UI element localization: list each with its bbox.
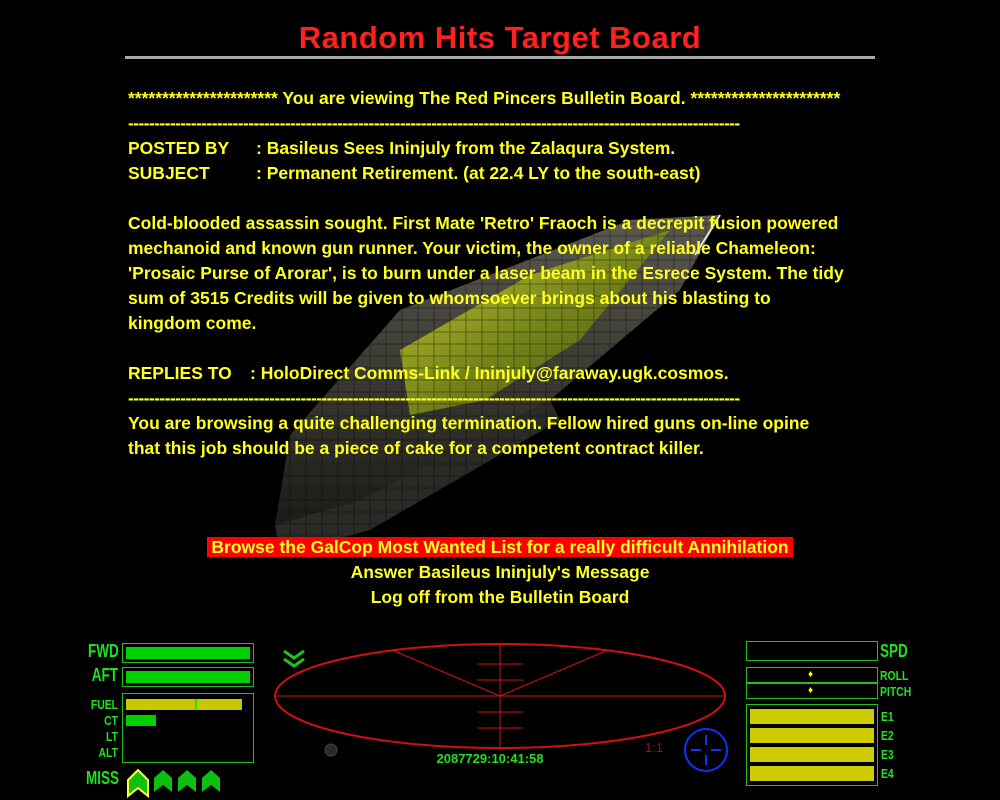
missile-icon [127, 768, 149, 799]
energy-bank-bar [750, 709, 874, 724]
laser-temp-label: LT [106, 729, 118, 744]
scanner [274, 643, 726, 749]
aft-shield-gauge [122, 667, 254, 687]
pitch-gauge: ♦ [746, 683, 878, 699]
roll-indicator-icon: ♦ [808, 669, 814, 680]
board-menu: Browse the GalCop Most Wanted List for a… [0, 535, 1000, 610]
speed-label: SPD [880, 641, 908, 661]
menu-option-answer-message[interactable]: Answer Basileus Ininjuly's Message [0, 560, 1000, 585]
compass-icon [684, 728, 728, 772]
cabin-temp-label: CT [104, 713, 118, 728]
cabin-temp-bar [126, 715, 156, 726]
status-gauges-frame [122, 693, 254, 763]
replies-to-value: : HoloDirect Comms-Link / Ininjuly@faraw… [250, 363, 729, 383]
missile-pylons [127, 768, 220, 799]
posted-by-row: POSTED BY : Basileus Sees Ininjuly from t… [128, 136, 888, 161]
altitude-label: ALT [98, 745, 118, 760]
board-separator: ----------------------------------------… [128, 113, 740, 133]
scanner-zoom: 1:1 [645, 740, 664, 755]
energy-bank-bar [750, 728, 874, 743]
energy-bank-label: E1 [881, 709, 894, 724]
subject-label: SUBJECT [128, 163, 210, 183]
fuel-jump-marker [195, 699, 197, 710]
body-line: Cold-blooded assassin sought. First Mate… [128, 213, 839, 233]
energy-bank-label: E2 [881, 728, 894, 743]
footer-line: that this job should be a piece of cake … [128, 438, 704, 458]
energy-bank-label: E4 [881, 766, 894, 781]
missile-icon [178, 770, 196, 792]
posted-by-label: POSTED BY [128, 138, 230, 158]
energy-banks-frame [746, 704, 878, 786]
missiles-label: MISS [86, 768, 120, 788]
subject-value: : Permanent Retirement. (at 22.4 LY to t… [256, 163, 701, 183]
page-title: Random Hits Target Board [298, 20, 702, 55]
replies-to-row: REPLIES TO : HoloDirect Comms-Link / Inin… [128, 361, 888, 386]
board-separator: ----------------------------------------… [128, 388, 740, 408]
aft-shield-label: AFT [91, 665, 118, 685]
menu-option-log-off[interactable]: Log off from the Bulletin Board [0, 585, 1000, 610]
energy-bank-label: E3 [881, 747, 894, 762]
posted-by-value: : Basileus Sees Ininjuly from the Zalaqu… [256, 138, 676, 158]
body-line: sum of 3515 Credits will be given to who… [128, 288, 771, 308]
missile-icon [154, 770, 172, 792]
pitch-label: PITCH [880, 684, 912, 699]
game-clock: 2087729:10:41:58 [436, 751, 544, 766]
fwd-shield-gauge [122, 643, 254, 663]
speed-gauge [746, 641, 878, 661]
roll-label: ROLL [880, 668, 909, 683]
pitch-indicator-icon: ♦ [808, 685, 814, 696]
menu-option-browse-most-wanted[interactable]: Browse the GalCop Most Wanted List for a… [0, 535, 1000, 560]
missile-icon [202, 770, 220, 792]
fwd-shield-label: FWD [88, 641, 119, 661]
footer-line: You are browsing a quite challenging ter… [128, 413, 810, 433]
subject-row: SUBJECT : Permanent Retirement. (at 22.4 … [128, 161, 888, 186]
board-header: ********************** You are viewing T… [128, 88, 841, 108]
energy-bank-bar [750, 766, 874, 781]
energy-bank-bar [750, 747, 874, 762]
body-line: mechanoid and known gun runner. Your vic… [128, 238, 816, 258]
bulletin-board-message: ********************** You are viewing T… [128, 86, 888, 461]
title-divider [125, 56, 875, 59]
body-line: kingdom come. [128, 313, 257, 333]
aft-shield-bar [126, 671, 250, 683]
fwd-shield-bar [126, 647, 250, 659]
fuel-bar [126, 699, 242, 710]
body-line: 'Prosaic Purse of Arorar', is to burn un… [128, 263, 844, 283]
roll-gauge: ♦ [746, 667, 878, 683]
radar-indicator-icon [324, 743, 338, 757]
fuel-label: FUEL [90, 697, 118, 712]
replies-to-label: REPLIES TO [128, 363, 232, 383]
